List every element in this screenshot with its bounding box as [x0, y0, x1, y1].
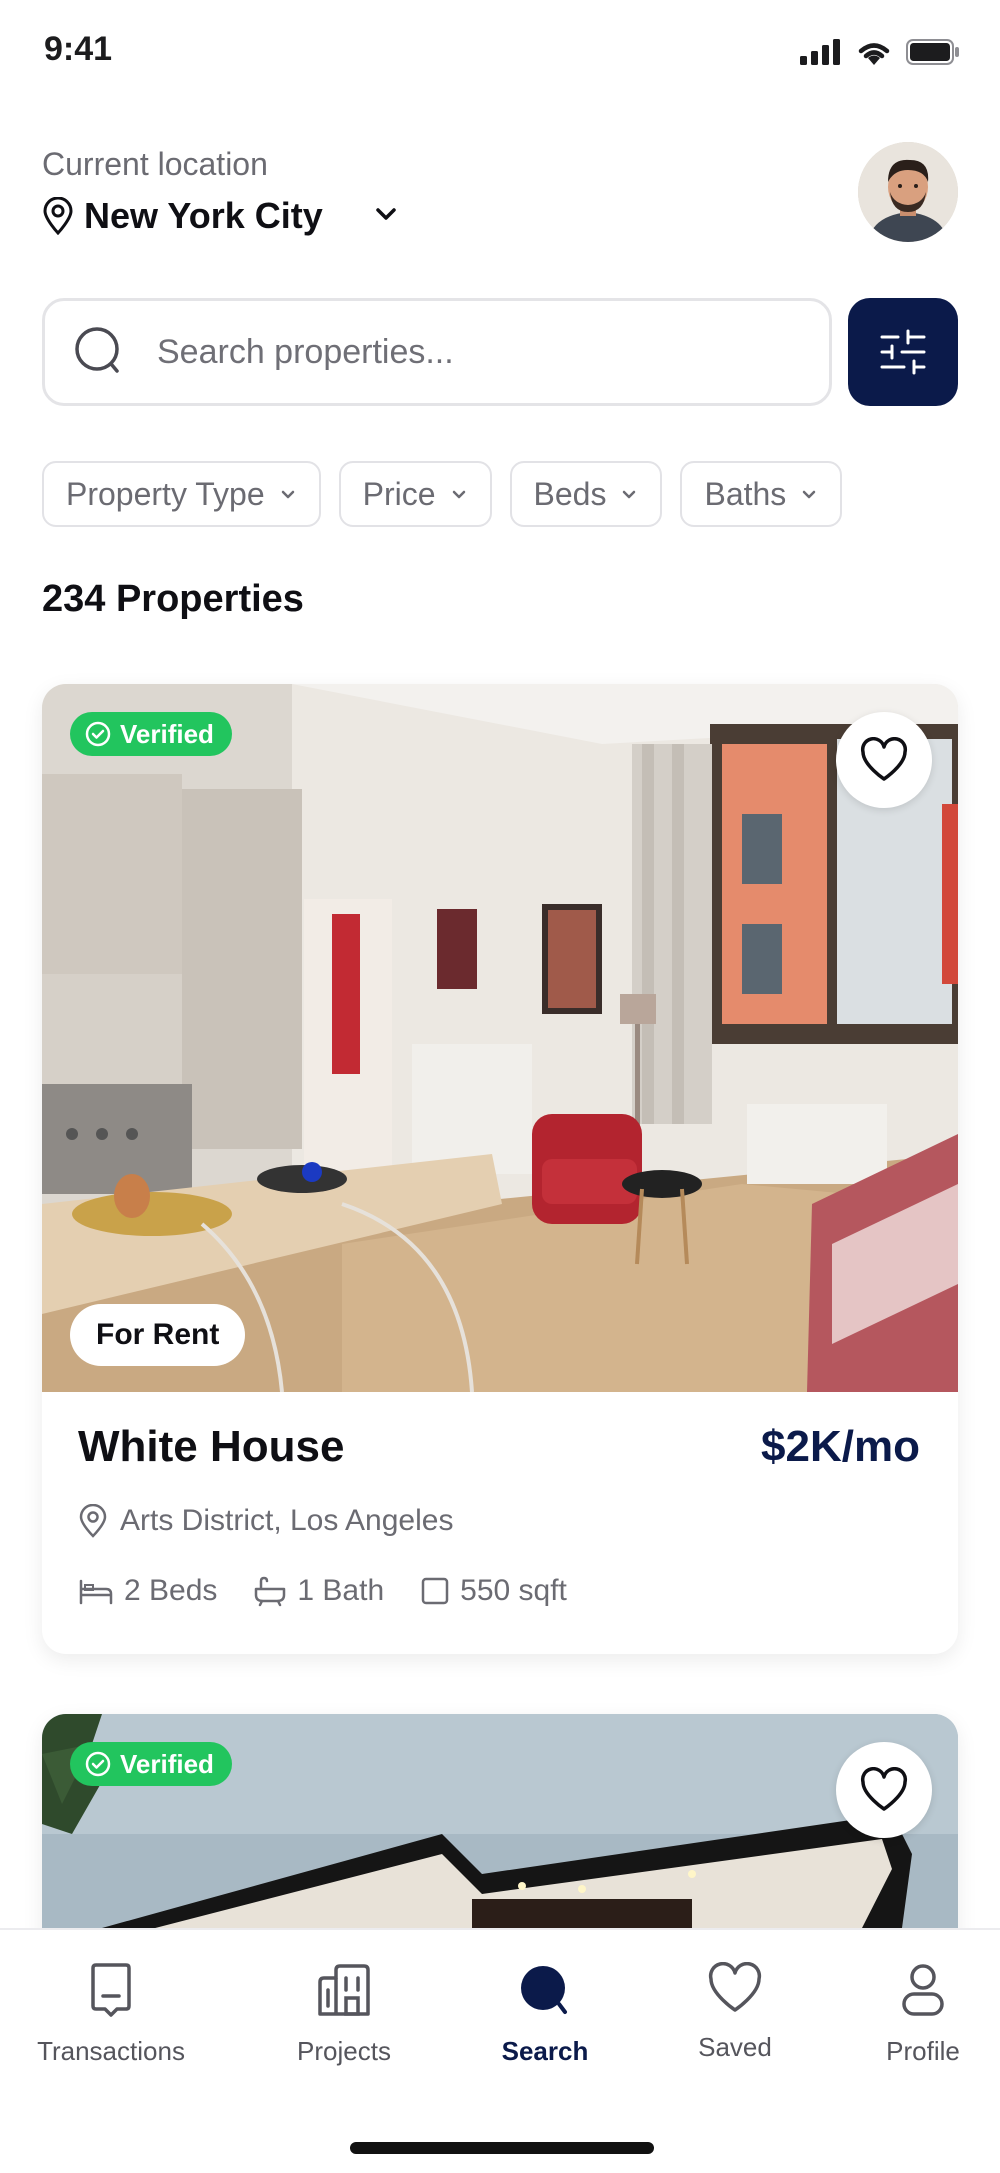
- area-square-icon: [421, 1577, 449, 1605]
- home-indicator[interactable]: [350, 2142, 654, 2154]
- check-circle-icon: [85, 1751, 111, 1777]
- beds-text: 2 Beds: [124, 1574, 218, 1607]
- heart-icon: [860, 1767, 908, 1811]
- filter-button[interactable]: [848, 298, 958, 406]
- chip-label: Price: [362, 475, 436, 512]
- results-count: 234 Properties: [42, 578, 304, 620]
- building-icon: [318, 1964, 370, 2016]
- area-text: 550 sqft: [460, 1574, 567, 1607]
- nav-saved[interactable]: Saved: [640, 1962, 830, 2063]
- chevron-down-icon[interactable]: [372, 200, 400, 228]
- chevron-down-icon: [623, 490, 636, 499]
- heart-icon: [708, 1962, 762, 2012]
- current-city: New York City: [84, 195, 323, 236]
- status-bar: 9:41: [0, 0, 1000, 100]
- property-title: White House: [78, 1422, 345, 1471]
- save-favorite-button[interactable]: [836, 1742, 932, 1838]
- heart-icon: [860, 737, 908, 781]
- bottom-navigation: Transactions Projects Search Saved Profi…: [0, 1928, 1000, 2173]
- nav-search[interactable]: Search: [450, 1962, 640, 2067]
- cellular-signal-icon: [800, 39, 840, 65]
- avatar-photo: [858, 142, 958, 242]
- battery-icon: [906, 39, 959, 65]
- sliders-icon: [880, 329, 926, 375]
- bathtub-icon: [255, 1576, 286, 1607]
- area-feature: 550 sqft: [420, 1574, 567, 1608]
- filter-chips: Property Type Price Beds Baths: [42, 461, 843, 527]
- chip-label: Property Type: [66, 475, 265, 512]
- chevron-down-icon: [281, 490, 294, 499]
- baths-feature: 1 Bath: [253, 1574, 384, 1608]
- chip-label: Beds: [533, 475, 607, 512]
- verified-badge: Verified: [70, 712, 232, 756]
- receipt-icon: [91, 1963, 131, 2017]
- nav-label: Search: [501, 2036, 589, 2066]
- property-address: Arts District, Los Angeles: [78, 1504, 453, 1538]
- current-location-label: Current location: [42, 146, 268, 182]
- status-time: 9:41: [44, 30, 113, 68]
- verified-label: Verified: [120, 718, 214, 749]
- verified-badge: Verified: [70, 1742, 232, 1786]
- living-room-photo: [42, 684, 958, 1392]
- chip-beds[interactable]: Beds: [509, 461, 663, 527]
- address-text: Arts District, Los Angeles: [120, 1504, 454, 1537]
- verified-label: Verified: [120, 1748, 214, 1779]
- chip-property-type[interactable]: Property Type: [42, 461, 321, 527]
- nav-label: Saved: [698, 2032, 772, 2062]
- bed-icon: [79, 1579, 113, 1605]
- search-input[interactable]: Search properties...: [42, 298, 832, 406]
- avatar[interactable]: [858, 142, 958, 242]
- search-icon: [75, 327, 119, 373]
- baths-text: 1 Bath: [297, 1574, 385, 1607]
- status-icons: [800, 38, 960, 66]
- nav-label: Profile: [886, 2036, 960, 2066]
- check-circle-icon: [85, 721, 111, 747]
- nav-label: Projects: [297, 2036, 391, 2066]
- chip-label: Baths: [704, 475, 787, 512]
- nav-transactions[interactable]: Transactions: [16, 1962, 206, 2067]
- chevron-down-icon: [452, 490, 465, 499]
- property-features: 2 Beds 1 Bath 550 sqft: [78, 1574, 567, 1608]
- user-icon: [902, 1964, 944, 2016]
- save-favorite-button[interactable]: [836, 712, 932, 808]
- search-icon: [521, 1966, 567, 2014]
- property-card[interactable]: Verified For Rent White House $2K/mo Art…: [42, 684, 958, 1654]
- chevron-down-icon: [803, 490, 816, 499]
- location-selector[interactable]: New York City: [42, 192, 396, 240]
- property-price: $2K/mo: [761, 1422, 920, 1471]
- property-photo: Verified For Rent: [42, 684, 958, 1392]
- search-placeholder: Search properties...: [157, 332, 454, 371]
- beds-feature: 2 Beds: [78, 1574, 217, 1608]
- chip-baths[interactable]: Baths: [680, 461, 843, 527]
- map-pin-icon: [43, 197, 73, 235]
- map-pin-icon: [79, 1504, 107, 1538]
- nav-label: Transactions: [37, 2036, 185, 2066]
- listing-status-badge: For Rent: [70, 1304, 246, 1366]
- chip-price[interactable]: Price: [338, 461, 492, 527]
- nav-projects[interactable]: Projects: [249, 1962, 439, 2067]
- wifi-icon: [858, 43, 890, 65]
- nav-profile[interactable]: Profile: [828, 1962, 1000, 2067]
